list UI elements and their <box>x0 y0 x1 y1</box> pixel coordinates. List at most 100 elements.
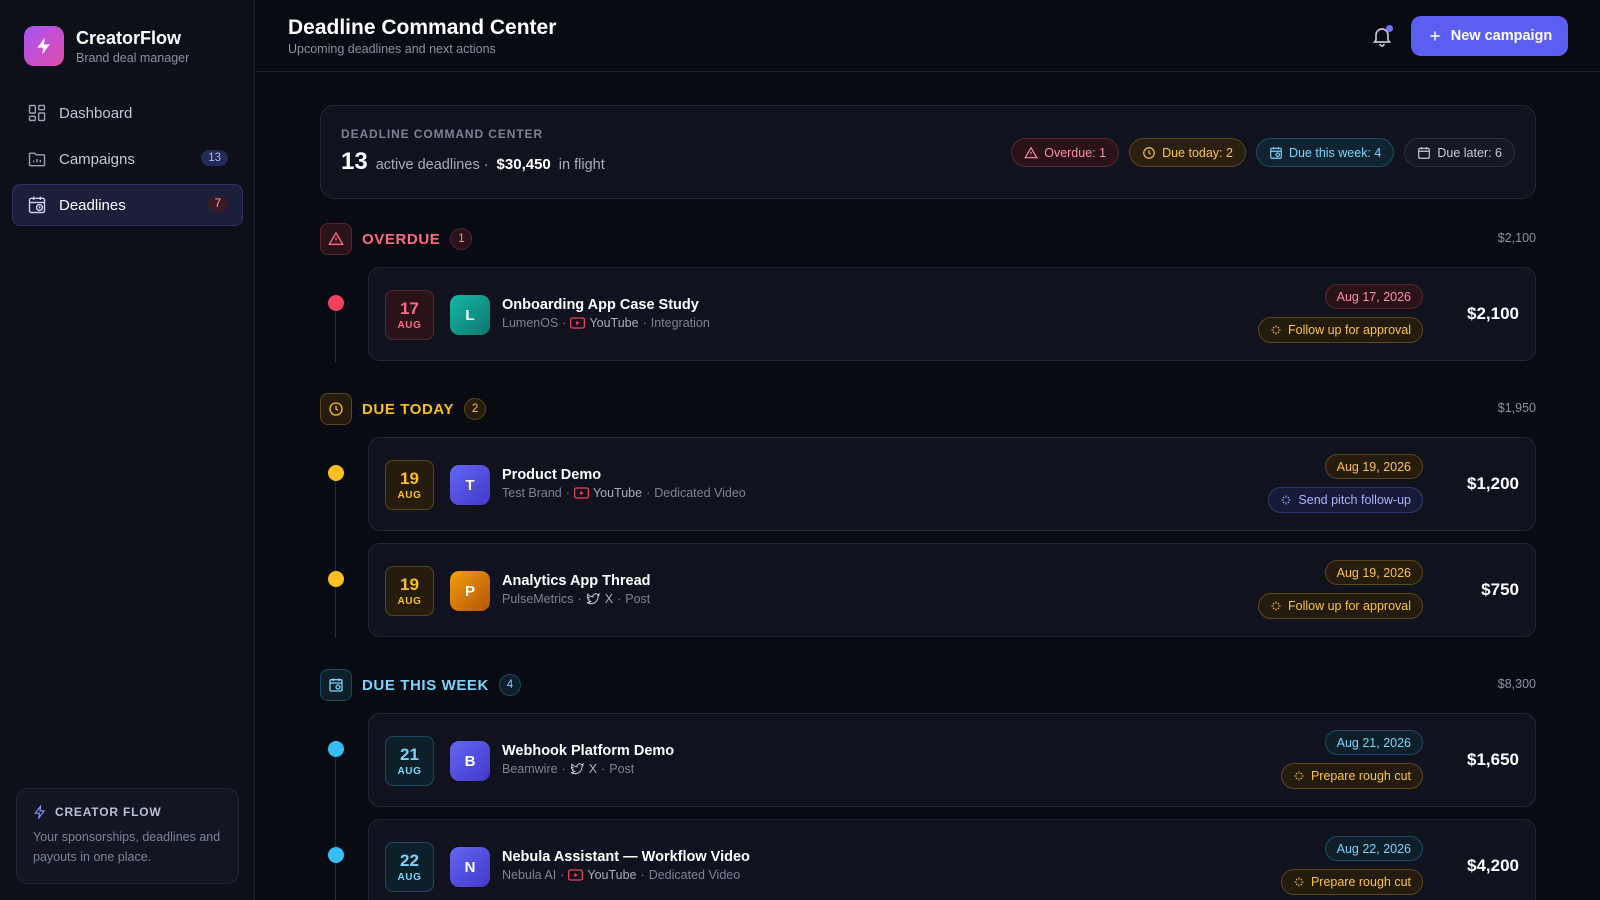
deadline-title[interactable]: Webhook Platform Demo <box>502 743 674 759</box>
deadline-row[interactable]: 21 AUG B Webhook Platform Demo Beamwire ·… <box>368 713 1536 807</box>
due-date-pill: Aug 22, 2026 <box>1324 836 1423 861</box>
row-status: Aug 19, 2026 Follow up for approval <box>1258 560 1423 619</box>
sidebar-item-label: Deadlines <box>59 196 126 214</box>
brand[interactable]: CreatorFlow Brand deal manager <box>24 26 189 66</box>
plus-icon <box>1430 31 1440 41</box>
overdue-filter-label: Overdue: 1 <box>1044 145 1107 160</box>
new-campaign-button[interactable]: New campaign <box>1411 16 1568 56</box>
clock-icon <box>320 393 352 425</box>
next-action-label: Follow up for approval <box>1288 323 1411 337</box>
sidebar-item-campaigns[interactable]: Campaigns 13 <box>12 138 243 180</box>
platform: YouTube <box>568 868 637 882</box>
deadline-title[interactable]: Product Demo <box>502 467 601 483</box>
summary-card: DEADLINE COMMAND CENTER 13 active deadli… <box>320 105 1536 199</box>
timeline-line <box>335 304 336 362</box>
warning-icon <box>320 223 352 255</box>
summary-label: DEADLINE COMMAND CENTER <box>341 127 544 141</box>
date-box: 21 AUG <box>385 736 434 786</box>
platform-name: X <box>588 762 598 776</box>
date-month: AUG <box>397 595 422 607</box>
deadline-title[interactable]: Nebula Assistant — Workflow Video <box>502 849 750 865</box>
deadlines-count-badge: 7 <box>207 196 228 212</box>
next-action-label: Follow up for approval <box>1288 599 1411 613</box>
due-today-filter-pill[interactable]: Due today: 2 <box>1129 138 1246 167</box>
due-date-pill: Aug 17, 2026 <box>1324 284 1423 309</box>
sparkle-icon <box>1271 325 1281 335</box>
section-count: 2 <box>464 398 487 420</box>
timeline-dot <box>328 571 344 587</box>
section-total: $1,950 <box>1497 401 1536 415</box>
brand-avatar: T <box>450 465 490 505</box>
next-action-label: Prepare rough cut <box>1310 875 1411 889</box>
date-box: 22 AUG <box>385 842 434 892</box>
deliverable-type: Post <box>609 762 635 776</box>
sidebar-item-dashboard[interactable]: Dashboard <box>12 92 243 134</box>
brand-avatar: L <box>450 295 490 335</box>
youtube-icon <box>570 317 586 329</box>
row-status: Aug 21, 2026 Prepare rough cut <box>1280 730 1423 789</box>
date-month: AUG <box>397 489 422 501</box>
deadline-amount: $2,100 <box>1467 304 1519 323</box>
platform-name: YouTube <box>587 868 637 882</box>
calendar-clock-icon <box>1270 146 1282 159</box>
due-date-pill: Aug 19, 2026 <box>1324 454 1423 479</box>
active-deadlines-count: 13 <box>341 148 368 175</box>
sidebar-nav: Dashboard Campaigns 13 Deadlines 7 <box>12 92 243 230</box>
campaigns-count-badge: 13 <box>201 150 228 166</box>
next-action-pill[interactable]: Prepare rough cut <box>1280 763 1423 789</box>
creator-flow-card-text: Your sponsorships, deadlines and payouts… <box>33 830 221 864</box>
deadline-amount: $1,200 <box>1467 474 1519 493</box>
deadline-title[interactable]: Onboarding App Case Study <box>502 297 699 313</box>
due-today-filter-label: Due today: 2 <box>1162 145 1233 160</box>
in-flight-text: in flight <box>558 157 605 173</box>
page-title: Deadline Command Center <box>288 16 557 39</box>
deliverable-type: Dedicated Video <box>648 868 741 882</box>
timeline-dot <box>328 741 344 757</box>
timeline-dot <box>328 295 344 311</box>
date-box: 17 AUG <box>385 290 434 340</box>
next-action-pill[interactable]: Prepare rough cut <box>1280 869 1423 895</box>
due-later-filter-pill[interactable]: Due later: 6 <box>1404 138 1515 167</box>
next-action-pill[interactable]: Follow up for approval <box>1258 593 1423 619</box>
sidebar-item-deadlines[interactable]: Deadlines 7 <box>12 184 243 226</box>
section-title: DUE THIS WEEK <box>362 676 489 694</box>
platform: X <box>586 592 613 606</box>
due-date-pill: Aug 19, 2026 <box>1324 560 1423 585</box>
date-month: AUG <box>397 319 422 331</box>
deadline-row[interactable]: 22 AUG N Nebula Assistant — Workflow Vid… <box>368 819 1536 900</box>
in-flight-amount: $30,450 <box>496 156 551 173</box>
next-action-pill[interactable]: Follow up for approval <box>1258 317 1423 343</box>
youtube-icon <box>568 869 584 881</box>
twitter-bird-icon <box>570 762 584 775</box>
brand-name: CreatorFlow <box>76 28 182 48</box>
section-due-today-header: DUE TODAY 2 $1,950 <box>320 393 1536 425</box>
deadline-row[interactable]: 17 AUG L Onboarding App Case Study Lumen… <box>368 267 1536 361</box>
brand-name: PulseMetrics <box>502 592 574 606</box>
next-action-pill[interactable]: Send pitch follow-up <box>1268 487 1423 513</box>
deadline-row[interactable]: 19 AUG P Analytics App Thread PulseMetri… <box>368 543 1536 637</box>
date-month: AUG <box>397 765 422 777</box>
twitter-bird-icon <box>586 592 600 605</box>
deadline-row[interactable]: 19 AUG T Product Demo Test Brand · YouTub… <box>368 437 1536 531</box>
platform: X <box>570 762 597 776</box>
creator-flow-card: CREATOR FLOW Your sponsorships, deadline… <box>16 788 239 884</box>
brand-avatar: P <box>450 571 490 611</box>
section-title: DUE TODAY <box>362 400 455 418</box>
date-month: AUG <box>397 871 422 883</box>
timeline-line <box>335 750 336 900</box>
youtube-icon <box>573 487 589 499</box>
overdue-filter-pill[interactable]: Overdue: 1 <box>1011 138 1120 167</box>
new-campaign-label: New campaign <box>1450 28 1553 44</box>
row-status: Aug 17, 2026 Follow up for approval <box>1258 284 1423 343</box>
deadline-title[interactable]: Analytics App Thread <box>502 573 651 589</box>
timeline-dot <box>328 465 344 481</box>
summary-stats: 13 active deadlines · $30,450 in flight <box>341 148 605 176</box>
deadline-meta: Nebula AI · YouTube · Dedicated Video <box>502 868 741 882</box>
sparkle-icon <box>1294 771 1304 781</box>
deadline-meta: Beamwire · X · Post <box>502 762 635 776</box>
deadline-meta: Test Brand · YouTube · Dedicated Video <box>502 486 746 500</box>
row-status: Aug 22, 2026 Prepare rough cut <box>1280 836 1423 895</box>
due-this-week-filter-pill[interactable]: Due this week: 4 <box>1255 138 1395 167</box>
section-count: 1 <box>450 228 473 250</box>
notifications-bell-icon[interactable] <box>1370 24 1394 48</box>
